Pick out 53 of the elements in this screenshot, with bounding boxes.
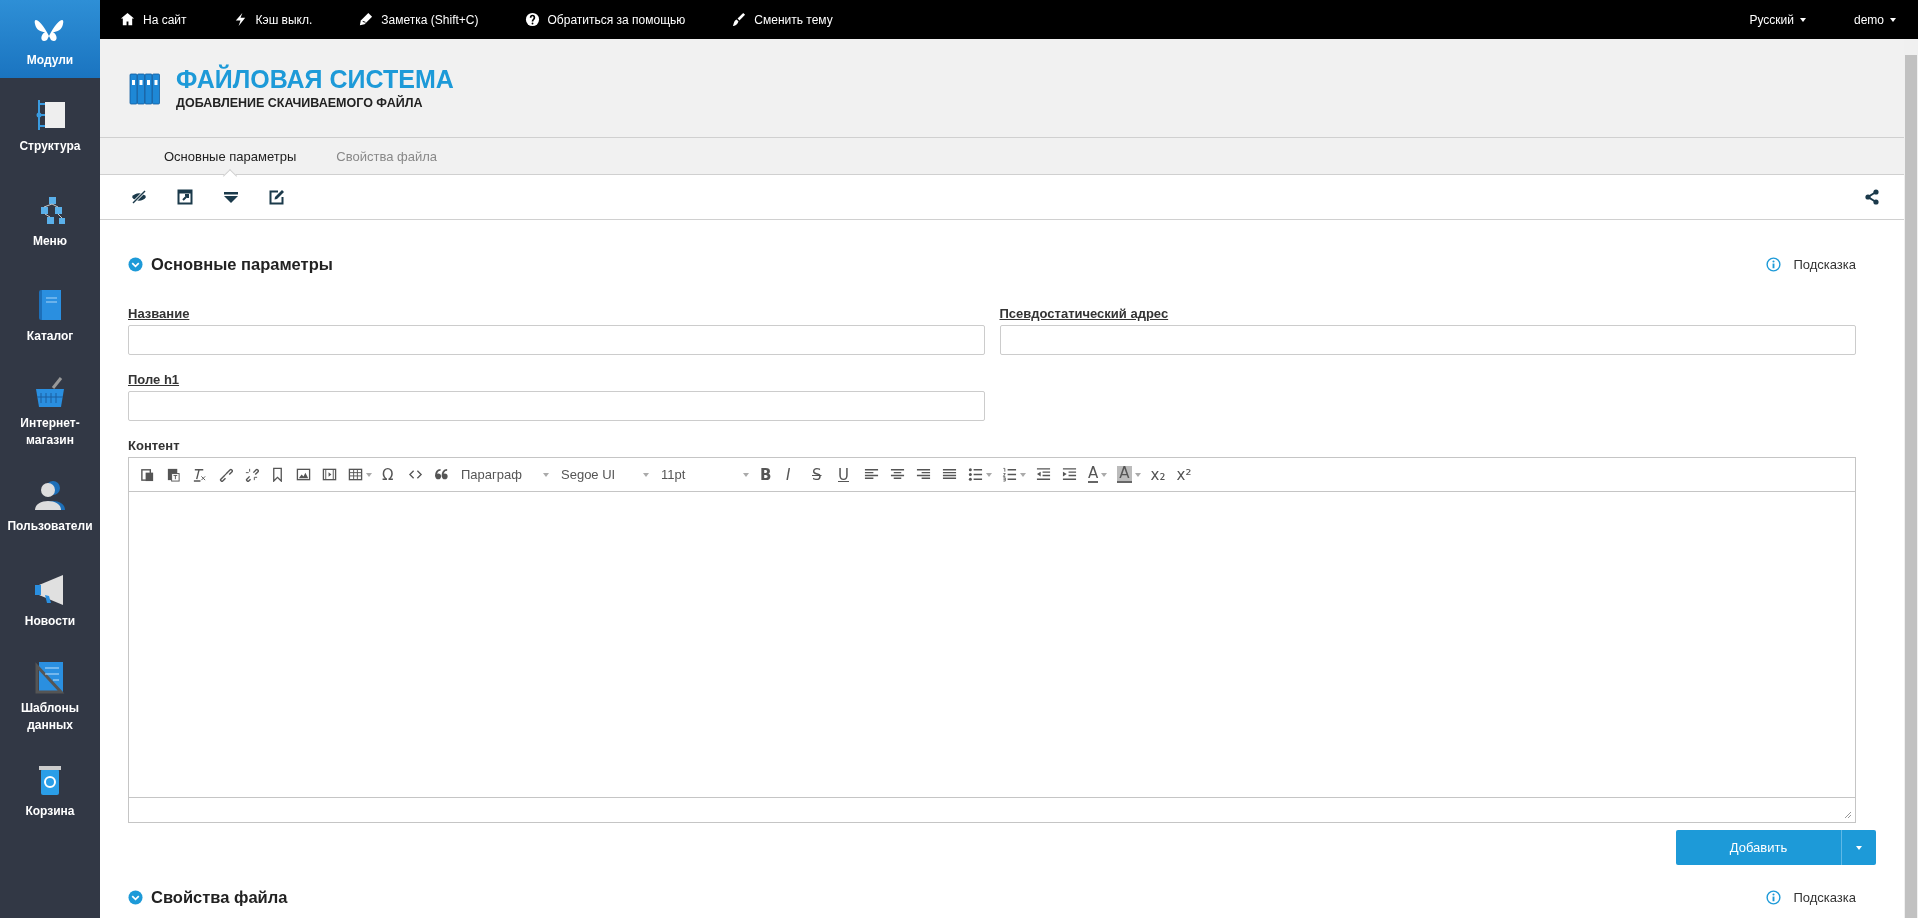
section-title: Свойства файла [151,887,289,907]
format-button[interactable]: B [755,461,781,488]
format-button[interactable]: I [781,461,807,488]
binders-icon [128,70,162,106]
page-title: ФАЙЛОВАЯ СИСТЕМА [176,66,454,94]
sidebar-item[interactable]: Интернет-магазин [0,363,100,458]
top-link[interactable]: Обратиться за помощью [524,12,686,27]
field-label: Псевдостатический адрес [999,305,1170,321]
sidebar-item[interactable]: Модули [0,0,100,78]
format-button[interactable]: S [807,461,833,488]
section-title: Основные параметры [151,254,334,274]
format-dropdown[interactable]: Segoe UI [555,467,655,482]
collapse-icon[interactable] [128,256,143,272]
brush-icon [731,12,747,27]
text-color-button[interactable]: A [1083,461,1113,488]
sidebar-item[interactable]: Каталог [0,268,100,363]
top-link[interactable]: Сменить тему [731,12,833,27]
hint-link[interactable]: Подсказка [1793,256,1856,272]
top-link[interactable]: Кэш выкл. [232,12,313,27]
home-icon [120,12,135,27]
share-icon[interactable] [1864,189,1880,205]
pen-icon [358,12,374,27]
language-dropdown[interactable]: Русский [1749,12,1806,27]
input-field[interactable] [128,325,985,355]
input-field[interactable] [999,325,1856,355]
format-dropdown[interactable]: 11pt [655,467,755,482]
top-link[interactable]: На сайт [120,12,187,27]
format-button[interactable]: x₂ [1145,461,1172,488]
input-field[interactable] [128,391,985,421]
hint-link[interactable]: Подсказка [1793,889,1856,905]
help-icon [524,12,540,27]
page-subtitle: ДОБАВЛЕНИЕ СКАЧИВАЕМОГО ФАЙЛА [176,95,424,110]
sidebar-item[interactable]: Новости [0,553,100,648]
format-button[interactable]: U [833,461,859,488]
sidebar-item[interactable]: Меню [0,173,100,268]
format-button[interactable]: Ω [377,461,403,488]
collapse-icon[interactable] [128,889,143,905]
resize-handle-icon[interactable] [1843,810,1852,819]
top-link[interactable]: Заметка (Shift+C) [358,12,479,27]
scrollbar[interactable] [1904,39,1918,918]
info-icon[interactable] [1766,256,1782,272]
sidebar-item[interactable]: Структура [0,78,100,173]
field-label: Поле h1 [128,371,181,387]
sidebar-item[interactable]: Корзина [0,743,100,838]
field-label: Название [128,305,191,321]
field-label: Контент [128,438,181,453]
highlight-color-button[interactable]: A [1112,461,1146,488]
user-dropdown[interactable]: demo [1853,12,1896,27]
info-icon[interactable] [1766,889,1782,905]
sidebar-item[interactable]: Пользователи [0,458,100,553]
sidebar-item[interactable]: Шаблоны данных [0,648,100,743]
format-dropdown[interactable]: Параграф [455,467,555,482]
format-button[interactable]: x² [1171,461,1198,488]
